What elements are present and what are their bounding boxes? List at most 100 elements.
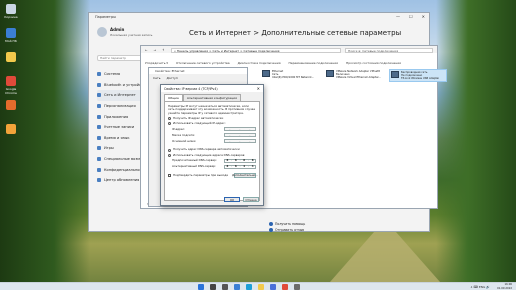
adapter-item[interactable]: Беспроводная сеть Не подключено TP-Link Wi… xyxy=(389,69,447,82)
store-icon[interactable] xyxy=(270,284,276,290)
dns2-octet: 8 xyxy=(234,165,237,169)
ok-button[interactable]: ОК xyxy=(224,197,240,202)
toolbar-button[interactable]: Отключение сетевого устройства xyxy=(176,61,230,65)
help-links: Получить помощь Отправить отзыв xyxy=(269,222,305,234)
explorer-icon[interactable] xyxy=(258,284,264,290)
office-icon xyxy=(6,100,16,110)
advanced-button[interactable]: Дополнительно... xyxy=(232,173,258,179)
desktop-icon[interactable]: Корзина xyxy=(2,4,20,19)
adapter-item[interactable]: VMware Network Adapter VMnet8 Включено VMw… xyxy=(325,69,383,82)
task-view-icon[interactable] xyxy=(222,284,228,290)
desktop-icon[interactable] xyxy=(2,124,20,135)
maximize-button[interactable]: ☐ xyxy=(409,14,413,19)
settings-titlebar: Параметры xyxy=(89,13,429,21)
validate-label: Подтвердить параметры при выходе xyxy=(173,172,228,177)
start-icon[interactable] xyxy=(198,284,204,290)
nav-icon xyxy=(97,146,101,151)
get-help-link[interactable]: Получить помощь xyxy=(269,222,305,226)
feedback-link[interactable]: Отправить отзыв xyxy=(269,228,305,232)
settings-icon[interactable] xyxy=(294,284,300,290)
adapter-item[interactable]: Ethernet Сеть Intel(R) PRO/1000 MT Network… xyxy=(261,69,319,82)
close-button[interactable]: ✕ xyxy=(422,14,425,19)
user-card[interactable]: Admin Локальная учетная запись xyxy=(97,27,152,37)
adapter-list: Ethernet Сеть Intel(R) PRO/1000 MT Network… xyxy=(261,69,447,82)
auto-ip-option[interactable]: Получить IP-адрес автоматически xyxy=(168,115,256,121)
desktop-icon[interactable] xyxy=(2,52,20,63)
gateway-label: Основной шлюз: xyxy=(172,138,197,143)
computer-icon xyxy=(6,28,16,38)
validate-option[interactable]: Подтвердить параметры при выходе Дополнит… xyxy=(168,172,258,179)
preferred-dns-label: Предпочитаемый DNS-сервер: xyxy=(172,158,217,163)
recycle-bin-icon xyxy=(6,4,16,14)
tab-access[interactable]: Доступ xyxy=(166,76,177,80)
auto-dns-option[interactable]: Получить адрес DNS-сервера автоматически xyxy=(168,148,256,152)
dns2-octet: 4 xyxy=(243,165,246,169)
app-icon xyxy=(6,124,16,134)
up-icon[interactable]: ↑ xyxy=(162,48,165,52)
chrome-icon xyxy=(6,76,16,86)
dns1-octet: 8 xyxy=(251,159,254,163)
subnet-mask-row: Маска подсети:... xyxy=(168,132,256,138)
user-account-type: Локальная учетная запись xyxy=(110,33,153,37)
widgets-icon[interactable] xyxy=(234,284,240,290)
folder-icon xyxy=(6,52,16,62)
validate-checkbox[interactable] xyxy=(168,174,171,178)
tab-alternate[interactable]: Альтернативная конфигурация xyxy=(182,94,241,101)
manual-dns-radio[interactable] xyxy=(168,153,171,157)
system-tray[interactable]: ∧ ⌨ ENG 🔊 xyxy=(470,285,490,289)
back-icon[interactable]: ← xyxy=(145,48,148,52)
ip-address-field: ... xyxy=(224,127,256,132)
desktop-icon[interactable] xyxy=(2,100,20,111)
subnet-mask-label: Маска подсети: xyxy=(172,132,196,137)
preferred-dns-field[interactable]: 8.8.8.8 xyxy=(224,159,256,164)
manual-ip-radio[interactable] xyxy=(168,122,171,126)
manual-ip-option[interactable]: Использовать следующий IP-адрес: xyxy=(168,121,256,126)
nav-icon xyxy=(97,72,101,77)
tab-general[interactable]: Общие xyxy=(164,94,183,101)
help-icon xyxy=(269,222,273,226)
desktop-icon[interactable]: Google Chrome xyxy=(2,76,20,95)
dns2-octet: 4 xyxy=(251,165,254,169)
sidebar-item-label: Персонализация xyxy=(104,104,136,109)
sidebar-item-label: Учетные записи xyxy=(104,125,135,130)
sidebar-item-label: Приложения xyxy=(104,114,129,119)
manual-dns-option[interactable]: Использовать следующие адреса DNS-сервер… xyxy=(168,153,256,157)
edge-icon[interactable] xyxy=(246,284,252,290)
nav-icon xyxy=(97,114,101,119)
dialog-buttons: ОК Отмена xyxy=(224,197,259,202)
alternate-dns-field[interactable]: 8.8.4.4 xyxy=(224,165,256,170)
ip-address-row: IP-адрес:... xyxy=(168,127,256,132)
nav-icon xyxy=(97,104,101,109)
desktop-icon[interactable]: Мой ПК xyxy=(2,28,20,43)
toolbar-button[interactable]: Диагностика подключения xyxy=(238,61,281,65)
forward-icon[interactable]: → xyxy=(154,48,157,52)
nav-icon xyxy=(97,135,101,140)
toolbar-button[interactable]: Переименование подключения xyxy=(289,61,338,65)
avatar xyxy=(97,27,107,37)
sidebar-item-label: Сеть и Интернет xyxy=(104,93,136,98)
adapter-device: Intel(R) PRO/1000 MT Network... xyxy=(272,76,315,79)
desktop-path xyxy=(330,232,440,282)
feedback-label: Отправить отзыв xyxy=(275,228,305,232)
chrome-icon[interactable] xyxy=(282,284,288,290)
clock[interactable]: 16:00 01.09.2022 xyxy=(497,283,512,290)
nav-icon xyxy=(97,167,101,172)
auto-ip-radio[interactable] xyxy=(168,117,171,121)
search-icon[interactable] xyxy=(210,284,216,290)
address-bar[interactable]: « Панель управления > Сеть и Интернет > … xyxy=(171,48,341,53)
minimize-button[interactable]: — xyxy=(396,14,400,19)
auto-dns-radio[interactable] xyxy=(168,148,171,152)
nav-icon xyxy=(97,157,101,162)
ethernet-tabs: Сеть Доступ xyxy=(149,74,247,82)
toolbar-button[interactable]: Просмотр состояния подключения xyxy=(346,61,401,65)
toolbar-button[interactable]: Упорядочить ▾ xyxy=(145,61,168,65)
sidebar-item-label: Система xyxy=(104,72,121,77)
tab-network[interactable]: Сеть xyxy=(153,76,160,80)
explorer-search-input[interactable]: Поиск в: Сетевые подключения xyxy=(345,48,433,53)
settings-window-controls: — ☐ ✕ xyxy=(396,14,425,19)
auto-ip-label: Получить IP-адрес автоматически xyxy=(173,115,224,120)
adapter-text: VMware Network Adapter VMnet8 Включено VMw… xyxy=(336,70,381,81)
close-icon[interactable]: ✕ xyxy=(257,86,260,91)
cancel-button[interactable]: Отмена xyxy=(243,197,259,202)
alternate-dns-label: Альтернативный DNS-сервер: xyxy=(172,164,217,169)
